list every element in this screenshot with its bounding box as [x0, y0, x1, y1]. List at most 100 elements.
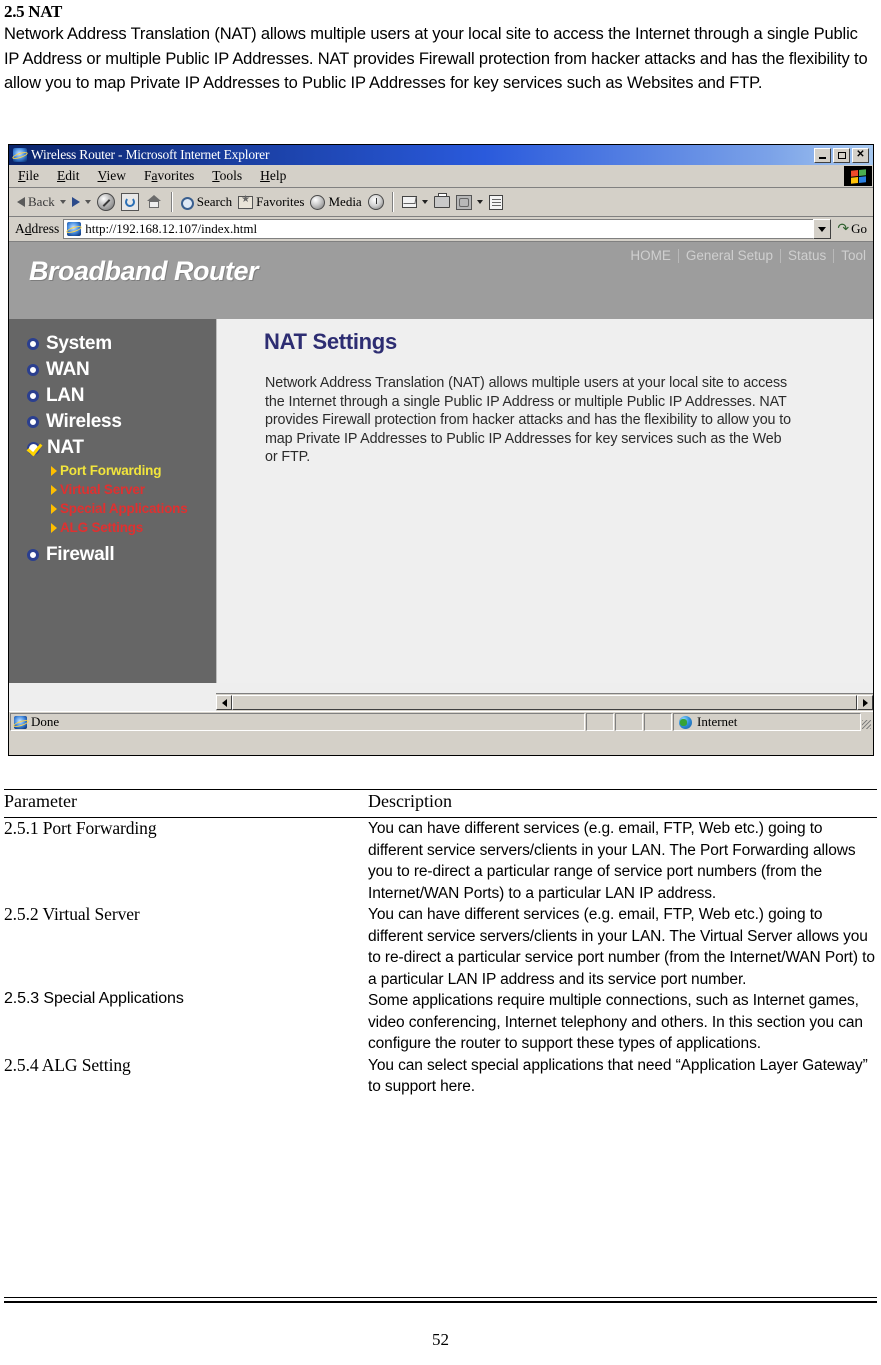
row-description: Some applications require multiple conne…: [368, 992, 863, 1052]
menu-item-favorites[interactable]: Favorites: [135, 168, 203, 184]
sidebar-item-nat[interactable]: NAT: [9, 435, 216, 461]
page-icon: [14, 715, 27, 729]
refresh-icon: [120, 193, 139, 211]
router-sidebar: System WAN LAN Wireless NAT Port Forward…: [9, 319, 216, 683]
page-icon: [67, 222, 82, 236]
toolbar-divider: [170, 192, 173, 212]
toolbar-divider: [391, 192, 394, 212]
sidebar-item-system[interactable]: System: [9, 331, 216, 357]
menu-item-view[interactable]: View: [89, 168, 135, 184]
menu-item-edit[interactable]: Edit: [48, 168, 89, 184]
minimize-button[interactable]: [814, 147, 831, 163]
address-dropdown-button[interactable]: [813, 219, 832, 239]
window-controls: ✕: [814, 147, 871, 163]
sidebar-item-label: NAT: [47, 437, 84, 458]
security-zone-indicator[interactable]: Internet: [673, 713, 861, 731]
sidebar-item-wan[interactable]: WAN: [9, 357, 216, 383]
triangle-right-icon: [51, 465, 57, 476]
document-page: 2.5 NAT Network Address Translation (NAT…: [0, 0, 881, 1365]
scrollbar-track[interactable]: [232, 695, 857, 710]
sidebar-subitem-port-forwarding[interactable]: Port Forwarding: [9, 461, 216, 480]
history-button[interactable]: [366, 194, 386, 210]
address-input[interactable]: http://192.168.12.107/index.html: [63, 219, 814, 239]
sidebar-item-label: Firewall: [46, 544, 115, 565]
history-clock-icon: [367, 194, 384, 210]
address-value: http://192.168.12.107/index.html: [85, 221, 258, 236]
stop-button[interactable]: [95, 193, 117, 211]
sidebar-item-firewall[interactable]: Firewall: [9, 542, 216, 568]
column-header-parameter: Parameter: [4, 789, 368, 818]
status-cell: [615, 713, 643, 731]
router-brand-title: Broadband Router: [29, 256, 259, 286]
home-button[interactable]: [143, 193, 165, 211]
search-icon: [180, 196, 194, 210]
menu-bar: File Edit View Favorites Tools Help: [9, 165, 873, 188]
topnav-home[interactable]: HOME: [623, 248, 678, 263]
sidebar-item-wireless[interactable]: Wireless: [9, 409, 216, 435]
router-web-page: Broadband Router HOME General Setup Stat…: [9, 242, 873, 711]
go-button[interactable]: ↷ Go: [831, 221, 873, 238]
parameter-description-table: Parameter Description 2.5.1 Port Forward…: [4, 789, 877, 1100]
menu-item-file[interactable]: File: [9, 168, 48, 184]
arrow-left-icon: [17, 197, 25, 207]
media-icon: [310, 194, 326, 210]
menu-item-help[interactable]: Help: [251, 168, 295, 184]
stop-icon: [96, 193, 115, 211]
row-parameter-name: 2.5.1 Port Forwarding: [4, 818, 157, 838]
topnav-general-setup[interactable]: General Setup: [679, 248, 780, 263]
favorites-button[interactable]: Favorites: [236, 194, 306, 210]
sidebar-item-lan[interactable]: LAN: [9, 383, 216, 409]
section-heading: 2.5 NAT: [4, 2, 63, 21]
topnav-tool[interactable]: Tool: [834, 248, 873, 263]
table-bottom-rule-thick: [4, 1301, 877, 1303]
refresh-button[interactable]: [119, 193, 141, 211]
sidebar-subitem-alg-settings[interactable]: ALG Settings: [9, 518, 216, 537]
home-icon: [145, 193, 163, 211]
table-header-row: Parameter Description: [4, 789, 877, 818]
address-bar: Address http://192.168.12.107/index.html…: [9, 217, 873, 242]
back-button[interactable]: Back: [15, 194, 68, 210]
scroll-left-button[interactable]: [216, 695, 232, 710]
forward-button[interactable]: [70, 197, 93, 207]
menu-item-tools[interactable]: Tools: [203, 168, 251, 184]
bullet-icon: [27, 416, 39, 428]
chevron-down-icon[interactable]: [59, 200, 66, 204]
edit-button[interactable]: [454, 194, 485, 210]
status-message: Done: [10, 713, 585, 731]
chevron-down-icon[interactable]: [84, 200, 91, 204]
search-button[interactable]: Search: [179, 194, 234, 210]
chevron-down-icon[interactable]: [476, 200, 483, 204]
sidebar-subitem-special-applications[interactable]: Special Applications: [9, 499, 216, 518]
sidebar-item-label: Wireless: [46, 411, 122, 432]
close-button[interactable]: ✕: [852, 147, 869, 163]
windows-logo-icon: [844, 166, 872, 186]
mail-icon: [401, 196, 417, 208]
sidebar-subitem-label: Port Forwarding: [60, 463, 162, 478]
sidebar-item-label: LAN: [46, 385, 85, 406]
topnav-status[interactable]: Status: [781, 248, 833, 263]
browser-toolbar: Back Search Favorites Media: [9, 188, 873, 217]
discuss-button[interactable]: [487, 194, 505, 210]
browser-status-bar: Done Internet: [9, 711, 873, 732]
chevron-down-icon[interactable]: [421, 200, 428, 204]
resize-grip[interactable]: [861, 713, 873, 731]
mail-button[interactable]: [400, 196, 430, 208]
sidebar-subitem-label: Virtual Server: [60, 482, 145, 497]
scroll-right-button[interactable]: [857, 695, 873, 710]
discuss-icon: [488, 194, 503, 210]
favorites-star-icon: [238, 194, 254, 209]
table-bottom-rule: [4, 1297, 877, 1298]
page-number: 52: [432, 1330, 449, 1349]
row-description: You can have different services (e.g. em…: [368, 906, 875, 988]
horizontal-scrollbar[interactable]: [216, 693, 873, 711]
bullet-icon: [27, 364, 39, 376]
maximize-button[interactable]: [833, 147, 850, 163]
checkmark-icon: [27, 441, 40, 455]
sidebar-subitem-label: Special Applications: [60, 501, 188, 516]
sidebar-subitem-virtual-server[interactable]: Virtual Server: [9, 480, 216, 499]
media-button[interactable]: Media: [308, 194, 363, 210]
arrow-right-icon: [71, 197, 80, 207]
row-description: You can select special applications that…: [368, 1056, 868, 1096]
print-button[interactable]: [432, 193, 452, 208]
section-intro-paragraph: Network Address Translation (NAT) allows…: [4, 25, 868, 93]
